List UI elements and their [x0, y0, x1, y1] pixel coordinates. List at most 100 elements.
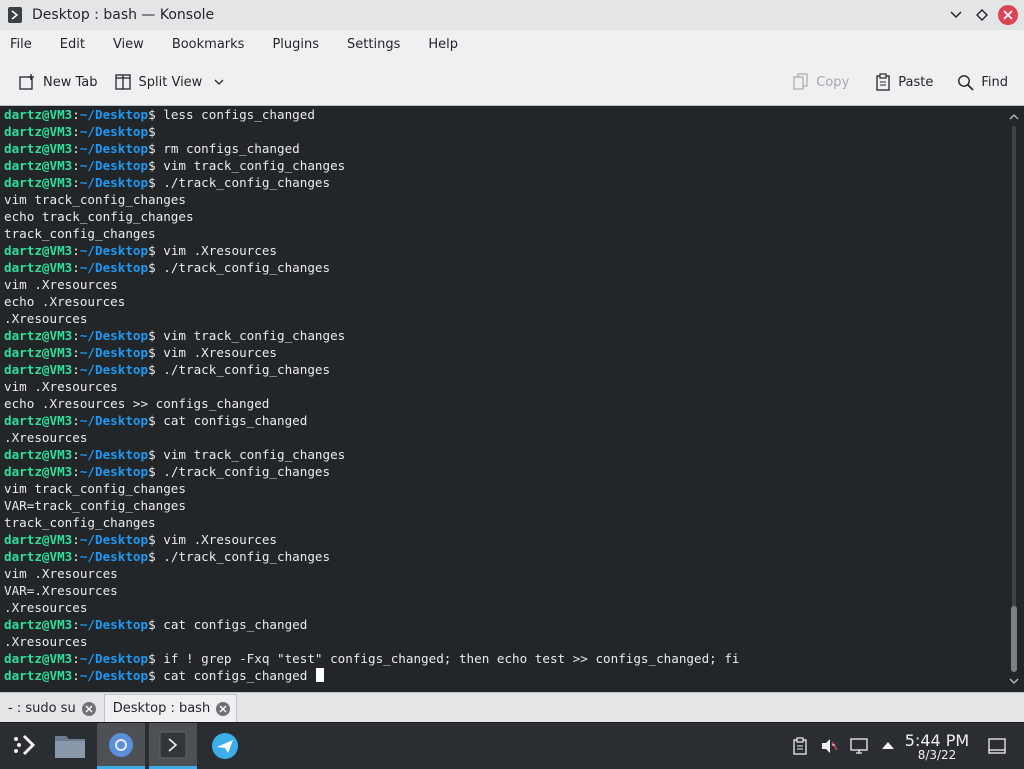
prompt-symbol: $	[148, 413, 164, 428]
output-text: echo track_config_changes	[4, 209, 194, 224]
new-tab-button[interactable]: New Tab	[12, 67, 104, 97]
scrollbar-track[interactable]	[1012, 126, 1016, 671]
taskbar-file-manager[interactable]	[46, 723, 94, 769]
terminal-cursor	[315, 668, 324, 682]
command-text: ./track_config_changes	[163, 464, 331, 479]
minimize-button[interactable]	[946, 5, 966, 25]
prompt-symbol: $	[148, 107, 164, 122]
prompt-separator: :	[72, 107, 80, 122]
command-text: vim track_config_changes	[163, 158, 346, 173]
close-icon[interactable]	[81, 701, 96, 716]
network-icon[interactable]	[850, 737, 868, 755]
terminal-output-line: echo .Xresources >> configs_changed	[0, 395, 1004, 412]
terminal-output-line: vim .Xresources	[0, 565, 1004, 582]
taskbar-konsole[interactable]	[149, 723, 197, 769]
menu-plugins[interactable]: Plugins	[262, 37, 331, 52]
terminal-command-line: dartz@VM3:~/Desktop$ if ! grep -Fxq "tes…	[0, 650, 1004, 667]
application-launcher[interactable]	[0, 723, 48, 769]
clipboard-icon[interactable]	[791, 737, 809, 755]
terminal-command-line: dartz@VM3:~/Desktop$ vim track_config_ch…	[0, 327, 1004, 344]
prompt-symbol: $	[148, 260, 164, 275]
taskbar-app[interactable]	[201, 723, 249, 769]
scroll-up-icon[interactable]	[1009, 112, 1019, 122]
output-text: VAR=track_config_changes	[4, 498, 186, 513]
window-titlebar[interactable]: Desktop : bash — Konsole	[0, 0, 1024, 31]
menu-edit[interactable]: Edit	[50, 37, 97, 52]
scrollbar-handle[interactable]	[1011, 606, 1017, 672]
chevron-up-icon[interactable]	[879, 737, 897, 755]
output-text: .Xresources	[4, 430, 88, 445]
prompt-user: dartz@VM3	[4, 532, 73, 547]
clock-date[interactable]: 8/3/22	[904, 748, 970, 762]
new-tab-label: New Tab	[43, 74, 98, 90]
close-button[interactable]	[998, 5, 1018, 25]
command-text: ./track_config_changes	[163, 549, 331, 564]
split-view-button[interactable]: Split View	[108, 67, 231, 97]
terminal-output-line: vim track_config_changes	[0, 480, 1004, 497]
chevron-down-icon	[950, 11, 962, 19]
find-button[interactable]: Find	[951, 67, 1014, 97]
tab-label: - : sudo su	[8, 701, 76, 716]
prompt-separator: :	[72, 362, 80, 377]
terminal-scrollbar[interactable]	[1004, 106, 1024, 691]
prompt-path: ~/Desktop	[79, 107, 149, 122]
command-text: cat configs_changed	[163, 413, 308, 428]
plane-app-icon	[212, 733, 238, 759]
prompt-path: ~/Desktop	[79, 447, 149, 462]
prompt-user: dartz@VM3	[4, 328, 73, 343]
prompt-user: dartz@VM3	[4, 107, 73, 122]
prompt-path: ~/Desktop	[79, 158, 149, 173]
command-text: rm configs_changed	[163, 141, 300, 156]
folder-icon	[55, 736, 85, 758]
taskbar-chromium[interactable]	[97, 723, 145, 769]
prompt-path: ~/Desktop	[79, 362, 149, 377]
close-icon[interactable]	[216, 701, 231, 716]
terminal-command-line: dartz@VM3:~/Desktop$ vim track_config_ch…	[0, 446, 1004, 463]
find-label: Find	[981, 74, 1008, 90]
prompt-separator: :	[72, 447, 80, 462]
prompt-user: dartz@VM3	[4, 243, 73, 258]
prompt-user: dartz@VM3	[4, 447, 73, 462]
output-text: VAR=.Xresources	[4, 583, 118, 598]
tab-sudo-su[interactable]: - : sudo su	[0, 695, 102, 722]
terminal-command-line: dartz@VM3:~/Desktop$ less configs_change…	[0, 106, 1004, 123]
command-text: ./track_config_changes	[163, 362, 331, 377]
prompt-user: dartz@VM3	[4, 175, 73, 190]
menu-file[interactable]: File	[0, 37, 44, 52]
terminal-output[interactable]: dartz@VM3:~/Desktop$ less configs_change…	[0, 106, 1004, 691]
prompt-separator: :	[72, 617, 80, 632]
prompt-symbol: $	[148, 617, 164, 632]
prompt-path: ~/Desktop	[79, 651, 149, 666]
menu-bookmarks[interactable]: Bookmarks	[162, 37, 257, 52]
chevron-down-icon[interactable]	[214, 79, 224, 85]
prompt-separator: :	[72, 328, 80, 343]
scroll-down-icon[interactable]	[1009, 676, 1019, 686]
menu-help[interactable]: Help	[418, 37, 470, 52]
menu-view[interactable]: View	[103, 37, 156, 52]
paste-button[interactable]: Paste	[869, 67, 939, 97]
copy-button[interactable]: Copy	[787, 67, 855, 97]
menu-settings[interactable]: Settings	[337, 37, 412, 52]
prompt-path: ~/Desktop	[79, 668, 149, 683]
output-text: vim .Xresources	[4, 566, 118, 581]
output-text: .Xresources	[4, 634, 88, 649]
prompt-separator: :	[72, 464, 80, 479]
command-text: cat configs_changed	[163, 617, 308, 632]
terminal-output-line: vim .Xresources	[0, 276, 1004, 293]
terminal-output-line: .Xresources	[0, 599, 1004, 616]
terminal-command-line: dartz@VM3:~/Desktop$ cat configs_changed	[0, 412, 1004, 429]
tab-desktop-bash[interactable]: Desktop : bash	[103, 694, 238, 722]
terminal-command-line: dartz@VM3:~/Desktop$ ./track_config_chan…	[0, 259, 1004, 276]
tab-label: Desktop : bash	[112, 701, 211, 716]
prompt-symbol: $	[148, 447, 164, 462]
prompt-symbol: $	[148, 141, 164, 156]
terminal-command-line: dartz@VM3:~/Desktop$ vim .Xresources	[0, 531, 1004, 548]
diamond-icon	[976, 9, 988, 21]
prompt-user: dartz@VM3	[4, 651, 73, 666]
maximize-button[interactable]	[972, 5, 992, 25]
terminal-output-line: echo track_config_changes	[0, 208, 1004, 225]
volume-muted-icon[interactable]	[820, 737, 838, 755]
show-desktop-icon[interactable]	[988, 737, 1006, 755]
command-text: if ! grep -Fxq "test" configs_changed; t…	[163, 651, 740, 666]
output-text: vim .Xresources	[4, 379, 118, 394]
